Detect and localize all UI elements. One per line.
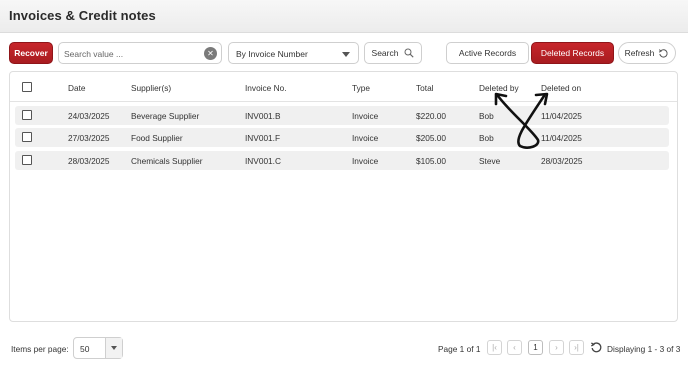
row-checkbox[interactable]	[22, 132, 32, 142]
row-date: 28/03/2025	[68, 156, 110, 166]
row-invoice-no: INV001.F	[245, 133, 281, 143]
chevron-down-icon	[342, 52, 350, 57]
next-page-icon[interactable]: ›	[549, 340, 564, 355]
items-per-page-toggle[interactable]	[105, 338, 122, 358]
refresh-icon	[659, 48, 668, 58]
first-page-icon[interactable]: |‹	[487, 340, 502, 355]
row-checkbox[interactable]	[22, 155, 32, 165]
row-supplier: Food Supplier	[131, 133, 183, 143]
page-header: Invoices & Credit notes	[0, 0, 688, 33]
items-per-page-select[interactable]: 50	[73, 337, 123, 359]
resize-arrows-icon	[494, 92, 549, 149]
row-type: Invoice	[352, 133, 379, 143]
refresh-button-label: Refresh	[624, 48, 655, 58]
page-info: Page 1 of 1	[438, 344, 481, 354]
row-date: 27/03/2025	[68, 133, 110, 143]
row-supplier: Beverage Supplier	[131, 111, 200, 121]
table-header: Date Supplier(s) Invoice No. Type Total …	[10, 72, 677, 102]
last-page-icon[interactable]: ›|	[569, 340, 584, 355]
search-by-select[interactable]: By Invoice Number	[228, 42, 359, 64]
search-icon	[404, 48, 415, 58]
active-records-button[interactable]: Active Records	[446, 42, 529, 64]
chevron-down-icon	[111, 346, 117, 350]
row-deleted-by: Steve	[479, 156, 501, 166]
row-type: Invoice	[352, 111, 379, 121]
table-row[interactable]: 24/03/2025 Beverage Supplier INV001.B In…	[15, 106, 669, 125]
col-invoice-no[interactable]: Invoice No.	[245, 83, 287, 93]
col-total[interactable]: Total	[416, 83, 434, 93]
page-title: Invoices & Credit notes	[9, 8, 156, 23]
toolbar: Recover ✕ By Invoice Number Search Activ…	[0, 42, 688, 66]
page-number-button[interactable]: 1	[528, 340, 543, 355]
search-input[interactable]	[64, 47, 199, 60]
records-table: Date Supplier(s) Invoice No. Type Total …	[9, 71, 678, 322]
row-date: 24/03/2025	[68, 111, 110, 121]
recover-button[interactable]: Recover	[9, 42, 53, 64]
items-per-page-label: Items per page:	[11, 344, 69, 354]
table-row[interactable]: 28/03/2025 Chemicals Supplier INV001.C I…	[15, 151, 669, 170]
search-by-value: By Invoice Number	[236, 49, 308, 59]
row-total: $105.00	[416, 156, 446, 166]
clear-icon[interactable]: ✕	[204, 47, 217, 60]
search-field[interactable]: ✕	[58, 42, 222, 64]
row-type: Invoice	[352, 156, 379, 166]
row-supplier: Chemicals Supplier	[131, 156, 203, 166]
search-button-label: Search	[371, 48, 399, 58]
search-button[interactable]: Search	[364, 42, 422, 64]
displaying-count: Displaying 1 - 3 of 3	[607, 344, 681, 354]
row-deleted-on: 28/03/2025	[541, 156, 583, 166]
items-per-page-value: 50	[80, 344, 90, 354]
col-supplier[interactable]: Supplier(s)	[131, 83, 171, 93]
row-total: $205.00	[416, 133, 446, 143]
col-type[interactable]: Type	[352, 83, 370, 93]
deleted-records-button[interactable]: Deleted Records	[531, 42, 614, 64]
col-date[interactable]: Date	[68, 83, 86, 93]
refresh-icon[interactable]	[590, 341, 603, 354]
row-invoice-no: INV001.C	[245, 156, 281, 166]
row-invoice-no: INV001.B	[245, 111, 281, 121]
row-total: $220.00	[416, 111, 446, 121]
row-checkbox[interactable]	[22, 110, 32, 120]
table-row[interactable]: 27/03/2025 Food Supplier INV001.F Invoic…	[15, 128, 669, 147]
prev-page-icon[interactable]: ‹	[507, 340, 522, 355]
select-all-checkbox[interactable]	[22, 82, 32, 92]
refresh-button[interactable]: Refresh	[618, 42, 676, 64]
